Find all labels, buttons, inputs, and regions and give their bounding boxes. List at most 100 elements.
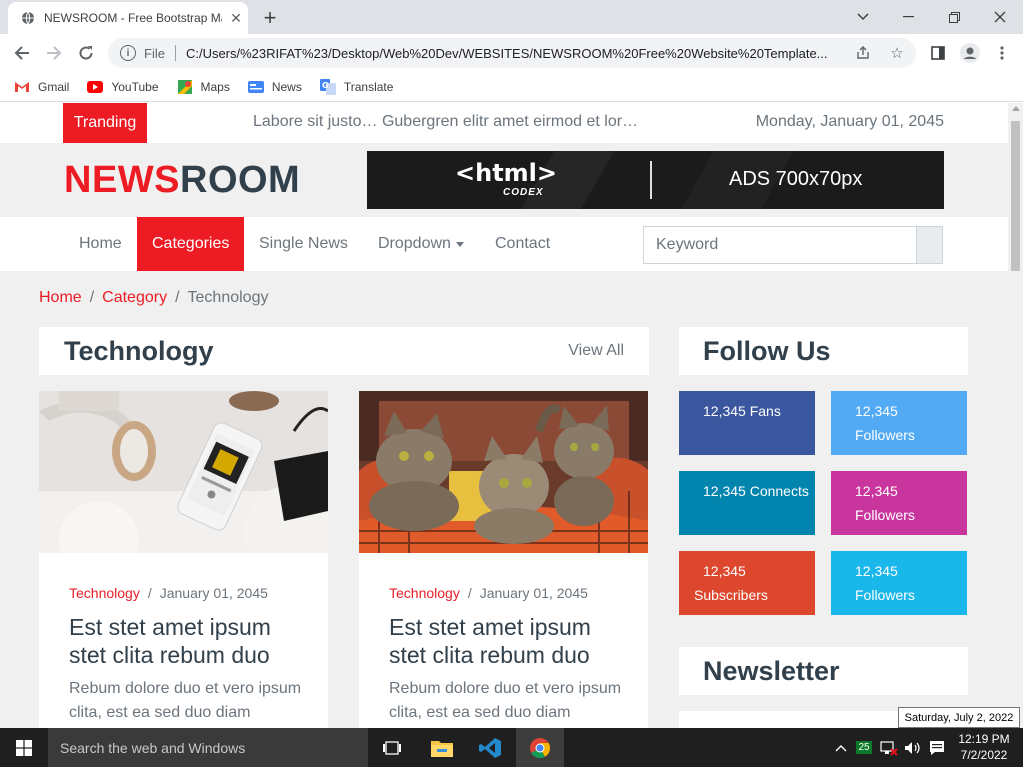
breadcrumb: Home / Category / Technology bbox=[39, 289, 268, 307]
social-youtube[interactable]: 12,345 Subscribers bbox=[679, 551, 815, 615]
page-scrollbar[interactable] bbox=[1008, 103, 1023, 728]
logo-red: NEWS bbox=[64, 159, 180, 201]
card-title[interactable]: Est stet amet ipsum stet clita rebum duo bbox=[69, 613, 309, 669]
webpage: Tranding Labore sit justo… Gubergren eli… bbox=[0, 103, 1008, 728]
reload-icon[interactable] bbox=[72, 39, 100, 67]
trending-ticker[interactable]: Labore sit justo… Gubergren elitr amet e… bbox=[253, 113, 638, 131]
taskbar-search[interactable]: Search the web and Windows bbox=[48, 728, 368, 767]
bookmark-maps[interactable]: Maps bbox=[177, 79, 230, 95]
task-view-icon[interactable] bbox=[368, 728, 416, 767]
bookmark-youtube[interactable]: YouTube bbox=[87, 79, 159, 95]
kittens-photo[interactable] bbox=[359, 391, 648, 553]
social-twitter[interactable]: 12,345 Followers bbox=[831, 391, 967, 455]
search-button[interactable] bbox=[916, 227, 942, 263]
minimize-button[interactable] bbox=[885, 0, 931, 34]
social-count: 12,345 bbox=[855, 563, 898, 579]
card-category[interactable]: Technology bbox=[389, 585, 460, 601]
new-tab-button[interactable]: + bbox=[258, 5, 282, 30]
address-bar[interactable]: i File C:/Users/%23RIFAT%23/Desktop/Web%… bbox=[108, 38, 916, 68]
url-text[interactable]: C:/Users/%23RIFAT%23/Desktop/Web%20Dev/W… bbox=[186, 46, 856, 61]
meta-separator: / bbox=[467, 585, 472, 601]
scroll-up-icon[interactable] bbox=[1012, 106, 1020, 111]
maps-icon bbox=[177, 79, 193, 95]
nav-categories[interactable]: Categories bbox=[137, 217, 245, 271]
network-icon[interactable] bbox=[878, 728, 900, 767]
caret-down-icon bbox=[455, 241, 464, 247]
notification-badge[interactable]: 25 bbox=[856, 728, 872, 767]
phone-headphones-photo[interactable] bbox=[39, 391, 328, 553]
news-card[interactable]: Technology / January 01, 2045 Est stet ame… bbox=[359, 391, 648, 728]
windows-start-icon[interactable] bbox=[0, 728, 48, 767]
taskbar-clock[interactable]: 12:19 PM 7/2/2022 bbox=[950, 731, 1018, 763]
social-linkedin[interactable]: 12,345 Connects bbox=[679, 471, 815, 535]
follow-us-title: Follow Us bbox=[703, 336, 831, 366]
ad-banner[interactable]: <html> CODEX ADS 700x70px bbox=[367, 151, 944, 209]
search-input[interactable] bbox=[644, 227, 917, 263]
scrollbar-thumb[interactable] bbox=[1011, 121, 1020, 271]
social-vimeo[interactable]: 12,345 Followers bbox=[831, 551, 967, 615]
badge-count: 25 bbox=[856, 741, 872, 754]
card-category[interactable]: Technology bbox=[69, 585, 140, 601]
bookmark-translate[interactable]: G Translate bbox=[319, 78, 394, 95]
close-window-button[interactable] bbox=[977, 0, 1023, 34]
clock-time: 12:19 PM bbox=[958, 732, 1010, 746]
bookmark-news[interactable]: News bbox=[247, 79, 302, 95]
news-card[interactable]: Technology / January 01, 2045 Est stet ame… bbox=[39, 391, 328, 728]
social-label: Followers bbox=[855, 587, 915, 603]
nav-home[interactable]: Home bbox=[64, 217, 137, 271]
breadcrumb-category[interactable]: Category bbox=[102, 289, 167, 306]
browser-tab[interactable]: NEWSROOM - Free Bootstrap Ma ✕ bbox=[8, 2, 248, 34]
section-title: Technology bbox=[64, 336, 214, 366]
bookmarks-bar: Gmail YouTube Maps News G Translate bbox=[0, 72, 1023, 102]
file-label: File bbox=[144, 45, 165, 61]
social-count: 12,345 bbox=[855, 403, 898, 419]
bookmark-star-icon[interactable]: ☆ bbox=[884, 38, 910, 68]
card-title[interactable]: Est stet amet ipsum stet clita rebum duo bbox=[389, 613, 629, 669]
close-tab-icon[interactable]: ✕ bbox=[228, 10, 244, 26]
show-hidden-icons[interactable] bbox=[832, 728, 850, 767]
nav-contact[interactable]: Contact bbox=[480, 217, 565, 271]
nav-dropdown[interactable]: Dropdown bbox=[363, 217, 479, 271]
tab-search-icon[interactable] bbox=[840, 0, 886, 34]
social-count: 12,345 Connects bbox=[703, 483, 809, 499]
social-instagram[interactable]: 12,345 Followers bbox=[831, 471, 967, 535]
site-logo[interactable]: NEWSROOM bbox=[64, 159, 300, 202]
back-icon[interactable] bbox=[8, 39, 36, 67]
clock-date: 7/2/2022 bbox=[960, 748, 1008, 762]
site-header: NEWSROOM <html> CODEX ADS 700x70px bbox=[0, 143, 1008, 217]
bookmark-label: News bbox=[271, 79, 302, 94]
info-icon[interactable]: i bbox=[120, 45, 136, 61]
card-excerpt: Rebum dolore duo et vero ipsum clita, es… bbox=[389, 680, 622, 721]
social-label: Followers bbox=[855, 507, 915, 523]
sidepanel-icon[interactable] bbox=[924, 39, 952, 67]
forward-icon[interactable] bbox=[40, 39, 68, 67]
tab-title: NEWSROOM - Free Bootstrap Ma bbox=[44, 11, 222, 25]
bookmark-label: Translate bbox=[343, 79, 394, 94]
nav-single-news[interactable]: Single News bbox=[244, 217, 363, 271]
top-bar: Tranding Labore sit justo… Gubergren eli… bbox=[0, 103, 1008, 143]
trending-label: Tranding bbox=[63, 103, 147, 143]
card-date: January 01, 2045 bbox=[479, 585, 588, 601]
ad-text: ADS 700x70px bbox=[729, 168, 863, 190]
chrome-icon[interactable] bbox=[516, 728, 564, 767]
svg-text:G: G bbox=[322, 81, 329, 90]
translate-icon: G bbox=[319, 78, 336, 95]
social-label: Subscribers bbox=[694, 587, 768, 603]
ad-brand-sub: CODEX bbox=[503, 187, 544, 198]
file-explorer-icon[interactable] bbox=[418, 728, 466, 767]
menu-kebab-icon[interactable] bbox=[988, 39, 1016, 67]
card-meta: Technology / January 01, 2045 bbox=[389, 585, 588, 601]
profile-avatar[interactable] bbox=[956, 39, 984, 67]
action-center-icon[interactable] bbox=[926, 728, 948, 767]
breadcrumb-home[interactable]: Home bbox=[39, 289, 82, 306]
restore-button[interactable] bbox=[931, 0, 977, 34]
social-count: 12,345 Fans bbox=[703, 403, 781, 419]
share-icon[interactable] bbox=[850, 38, 876, 68]
bookmark-gmail[interactable]: Gmail bbox=[14, 79, 69, 95]
view-all-link[interactable]: View All bbox=[568, 342, 624, 360]
volume-icon[interactable] bbox=[902, 728, 924, 767]
globe-icon bbox=[20, 10, 36, 26]
social-count: 12,345 bbox=[855, 483, 898, 499]
vscode-icon[interactable] bbox=[466, 728, 514, 767]
social-facebook[interactable]: 12,345 Fans bbox=[679, 391, 815, 455]
